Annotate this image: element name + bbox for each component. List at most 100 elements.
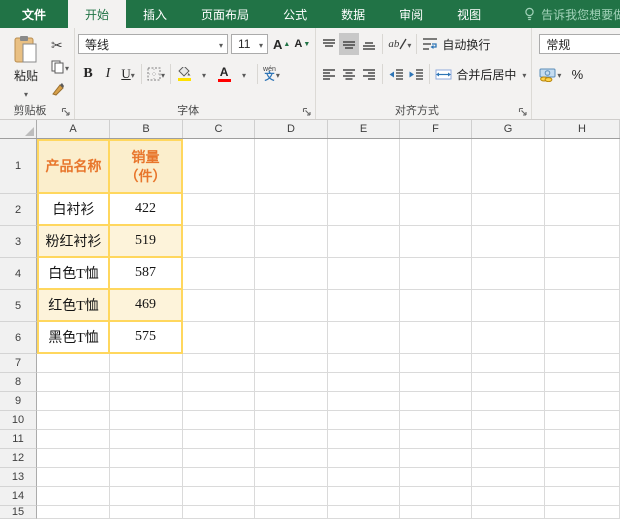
cell-F10[interactable] <box>400 411 472 430</box>
cell-G4[interactable] <box>472 258 545 290</box>
row-header-9[interactable]: 9 <box>0 392 37 411</box>
font-color-caret[interactable] <box>234 63 254 85</box>
column-header-F[interactable]: F <box>400 120 472 138</box>
cell-F8[interactable] <box>400 373 472 392</box>
cell-A3[interactable]: 粉红衬衫 <box>37 226 110 258</box>
row-header-11[interactable]: 11 <box>0 430 37 449</box>
column-header-A[interactable]: A <box>37 120 110 138</box>
cell-C2[interactable] <box>183 194 255 226</box>
cell-A15[interactable] <box>37 506 110 519</box>
fill-color-caret[interactable] <box>194 63 214 85</box>
cell-F13[interactable] <box>400 468 472 487</box>
increase-font-button[interactable]: A ▲ <box>271 33 292 55</box>
cell-H14[interactable] <box>545 487 620 506</box>
align-top-button[interactable] <box>319 33 339 55</box>
cell-F14[interactable] <box>400 487 472 506</box>
align-bottom-button[interactable] <box>359 33 379 55</box>
font-name-combo[interactable]: 等线 <box>78 34 229 54</box>
cell-E2[interactable] <box>328 194 400 226</box>
accounting-format-button[interactable] <box>537 63 563 85</box>
cell-H2[interactable] <box>545 194 620 226</box>
cell-A7[interactable] <box>37 354 110 373</box>
cell-G5[interactable] <box>472 290 545 322</box>
cell-E12[interactable] <box>328 449 400 468</box>
cell-F4[interactable] <box>400 258 472 290</box>
row-header-1[interactable]: 1 <box>0 139 37 194</box>
borders-button[interactable] <box>145 63 167 85</box>
cell-F7[interactable] <box>400 354 472 373</box>
cell-H9[interactable] <box>545 392 620 411</box>
cell-G10[interactable] <box>472 411 545 430</box>
cell-F9[interactable] <box>400 392 472 411</box>
cell-F15[interactable] <box>400 506 472 519</box>
cell-G3[interactable] <box>472 226 545 258</box>
column-header-E[interactable]: E <box>328 120 400 138</box>
cell-G13[interactable] <box>472 468 545 487</box>
cell-G7[interactable] <box>472 354 545 373</box>
wrap-text-button[interactable]: 自动换行 <box>420 33 496 55</box>
cell-E14[interactable] <box>328 487 400 506</box>
cell-C3[interactable] <box>183 226 255 258</box>
cell-D1[interactable] <box>255 139 328 194</box>
cell-E4[interactable] <box>328 258 400 290</box>
cell-G9[interactable] <box>472 392 545 411</box>
cell-D8[interactable] <box>255 373 328 392</box>
cell-H6[interactable] <box>545 322 620 354</box>
cell-B5[interactable]: 469 <box>110 290 183 322</box>
cell-A9[interactable] <box>37 392 110 411</box>
row-header-13[interactable]: 13 <box>0 468 37 487</box>
cell-A11[interactable] <box>37 430 110 449</box>
row-header-8[interactable]: 8 <box>0 373 37 392</box>
cell-E10[interactable] <box>328 411 400 430</box>
cell-B1[interactable]: 销量 （件） <box>110 139 183 194</box>
cell-D4[interactable] <box>255 258 328 290</box>
cell-D6[interactable] <box>255 322 328 354</box>
cell-C11[interactable] <box>183 430 255 449</box>
cell-C12[interactable] <box>183 449 255 468</box>
cell-D15[interactable] <box>255 506 328 519</box>
cell-B11[interactable] <box>110 430 183 449</box>
decrease-font-button[interactable]: A ▼ <box>292 33 312 55</box>
cell-C8[interactable] <box>183 373 255 392</box>
cell-B3[interactable]: 519 <box>110 226 183 258</box>
cell-F3[interactable] <box>400 226 472 258</box>
cell-D12[interactable] <box>255 449 328 468</box>
cell-H7[interactable] <box>545 354 620 373</box>
cell-D14[interactable] <box>255 487 328 506</box>
font-color-button[interactable]: A <box>214 63 234 85</box>
select-all-corner[interactable] <box>0 120 37 138</box>
cell-B15[interactable] <box>110 506 183 519</box>
row-header-6[interactable]: 6 <box>0 322 37 354</box>
cell-A13[interactable] <box>37 468 110 487</box>
cell-D5[interactable] <box>255 290 328 322</box>
column-header-C[interactable]: C <box>183 120 255 138</box>
tell-me-search[interactable]: 告诉我您想要做什么... <box>524 0 620 28</box>
row-header-7[interactable]: 7 <box>0 354 37 373</box>
cell-E13[interactable] <box>328 468 400 487</box>
cell-H8[interactable] <box>545 373 620 392</box>
orientation-button[interactable]: ab <box>386 33 413 55</box>
increase-indent-button[interactable] <box>406 63 426 85</box>
cell-C6[interactable] <box>183 322 255 354</box>
align-left-button[interactable] <box>319 63 339 85</box>
column-header-B[interactable]: B <box>110 120 183 138</box>
row-header-3[interactable]: 3 <box>0 226 37 258</box>
cell-F11[interactable] <box>400 430 472 449</box>
row-header-4[interactable]: 4 <box>0 258 37 290</box>
cell-H4[interactable] <box>545 258 620 290</box>
cell-A1[interactable]: 产品名称 <box>37 139 110 194</box>
cell-B13[interactable] <box>110 468 183 487</box>
cell-C5[interactable] <box>183 290 255 322</box>
cell-H3[interactable] <box>545 226 620 258</box>
cell-G15[interactable] <box>472 506 545 519</box>
cell-H15[interactable] <box>545 506 620 519</box>
cell-C7[interactable] <box>183 354 255 373</box>
align-middle-button[interactable] <box>339 33 360 55</box>
cell-B10[interactable] <box>110 411 183 430</box>
cell-F1[interactable] <box>400 139 472 194</box>
tab-data[interactable]: 数据 <box>324 0 382 28</box>
row-header-14[interactable]: 14 <box>0 487 37 506</box>
cell-D10[interactable] <box>255 411 328 430</box>
cell-E11[interactable] <box>328 430 400 449</box>
fill-color-button[interactable] <box>174 63 194 85</box>
